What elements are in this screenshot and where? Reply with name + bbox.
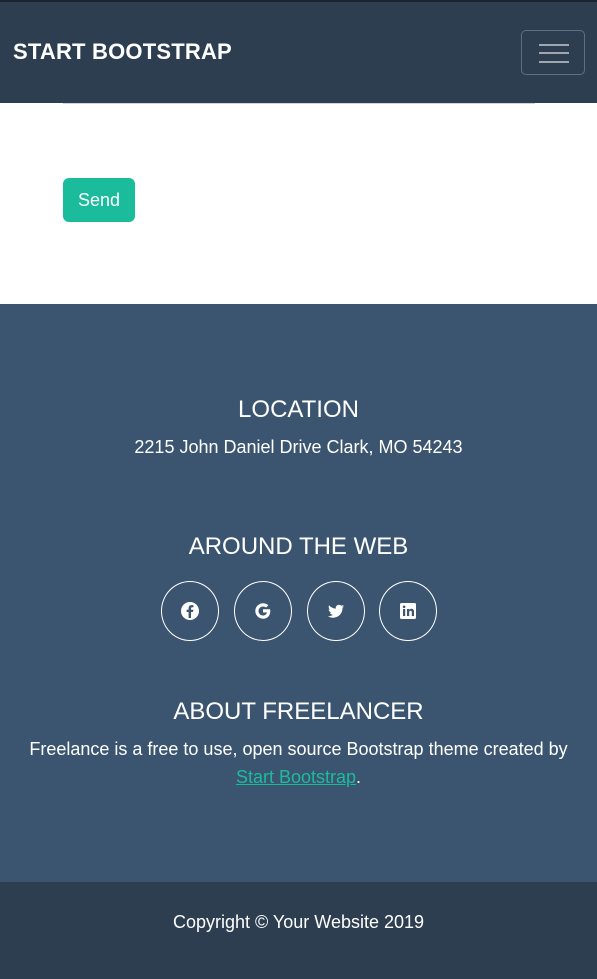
google-button[interactable] xyxy=(234,581,292,641)
menu-toggle-button[interactable] xyxy=(521,30,585,75)
brand-link[interactable]: START BOOTSTRAP xyxy=(13,39,232,65)
message-field-underline[interactable] xyxy=(63,103,535,104)
facebook-icon xyxy=(181,602,199,620)
copyright-bar: Copyright © Your Website 2019 xyxy=(0,882,597,979)
about-title: ABOUT FREELANCER xyxy=(173,698,424,725)
hamburger-menu-icon-bar xyxy=(539,61,569,63)
contact-form: Send xyxy=(0,103,597,304)
about-end: . xyxy=(356,767,362,787)
send-button[interactable]: Send xyxy=(63,178,135,222)
social-links xyxy=(161,581,441,641)
twitter-icon xyxy=(328,604,344,618)
hamburger-menu-icon-bar xyxy=(539,52,569,54)
copyright-text: Copyright © Your Website 2019 xyxy=(172,912,425,932)
location-title: LOCATION xyxy=(238,396,359,423)
facebook-button[interactable] xyxy=(161,581,219,641)
hamburger-menu-icon xyxy=(539,44,569,46)
twitter-button[interactable] xyxy=(307,581,365,641)
linkedin-icon xyxy=(400,603,416,619)
footer: LOCATION 2215 John Daniel Drive Clark, M… xyxy=(0,304,597,882)
around-the-web-title: AROUND THE WEB xyxy=(188,533,409,560)
navbar: START BOOTSTRAP xyxy=(0,2,597,103)
start-bootstrap-link[interactable]: Start Bootstrap xyxy=(236,767,356,787)
google-icon xyxy=(255,603,271,619)
linkedin-button[interactable] xyxy=(379,581,437,641)
about-description: Freelance is a free to use, open source … xyxy=(29,739,568,759)
about-text: Freelance is a free to use, open source … xyxy=(0,735,597,791)
top-edge-line xyxy=(0,0,597,2)
location-text: 2215 John Daniel Drive Clark, MO 54243 xyxy=(134,437,463,457)
